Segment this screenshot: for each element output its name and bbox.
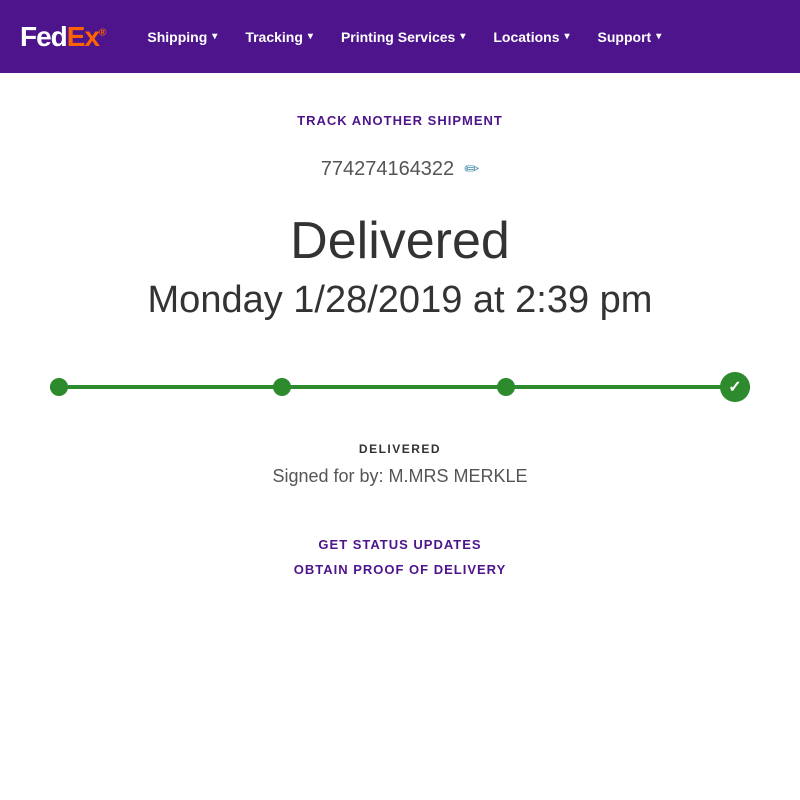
track-another-link[interactable]: TRACK ANOTHER SHIPMENT	[297, 113, 503, 128]
nav-item-support[interactable]: Support ▾	[586, 21, 674, 53]
get-status-updates-link[interactable]: GET STATUS UPDATES	[318, 537, 481, 552]
chevron-down-icon: ▾	[460, 31, 465, 42]
main-nav: FedEx® Shipping ▾ Tracking ▾ Printing Se…	[0, 0, 800, 73]
logo-ex: Ex	[67, 21, 99, 52]
nav-item-tracking[interactable]: Tracking ▾	[233, 21, 325, 53]
nav-list: Shipping ▾ Tracking ▾ Printing Services …	[135, 21, 673, 53]
fedex-logo[interactable]: FedEx®	[20, 21, 105, 53]
logo-dot: ®	[99, 27, 105, 38]
logo-fed: Fed	[20, 21, 67, 52]
progress-bar: ✓	[50, 372, 750, 402]
obtain-proof-link[interactable]: OBTAIN PROOF OF DELIVERY	[294, 562, 507, 577]
nav-item-printing-services[interactable]: Printing Services ▾	[329, 21, 477, 53]
nav-item-shipping[interactable]: Shipping ▾	[135, 21, 229, 53]
edit-icon[interactable]: ✏	[464, 159, 479, 180]
progress-dot-1	[50, 378, 68, 396]
chevron-down-icon: ▾	[656, 31, 661, 42]
main-content: TRACK ANOTHER SHIPMENT 774274164322 ✏ De…	[0, 73, 800, 617]
action-links: GET STATUS UPDATES OBTAIN PROOF OF DELIV…	[294, 537, 507, 577]
tracking-number: 774274164322	[321, 158, 454, 181]
delivered-section: DELIVERED Signed for by: M.MRS MERKLE	[272, 442, 527, 487]
delivered-label: DELIVERED	[359, 442, 441, 456]
dots-row: ✓	[50, 372, 750, 402]
chevron-down-icon: ▾	[308, 31, 313, 42]
nav-item-locations[interactable]: Locations ▾	[481, 21, 581, 53]
check-mark-icon: ✓	[728, 377, 741, 397]
signed-for: Signed for by: M.MRS MERKLE	[272, 466, 527, 487]
tracking-number-row: 774274164322 ✏	[321, 158, 480, 181]
progress-dot-check: ✓	[720, 372, 750, 402]
progress-dot-3	[497, 378, 515, 396]
chevron-down-icon: ▾	[565, 31, 570, 42]
progress-dot-2	[273, 378, 291, 396]
status-date: Monday 1/28/2019 at 2:39 pm	[148, 279, 653, 322]
status-label: Delivered	[290, 211, 510, 271]
chevron-down-icon: ▾	[212, 31, 217, 42]
